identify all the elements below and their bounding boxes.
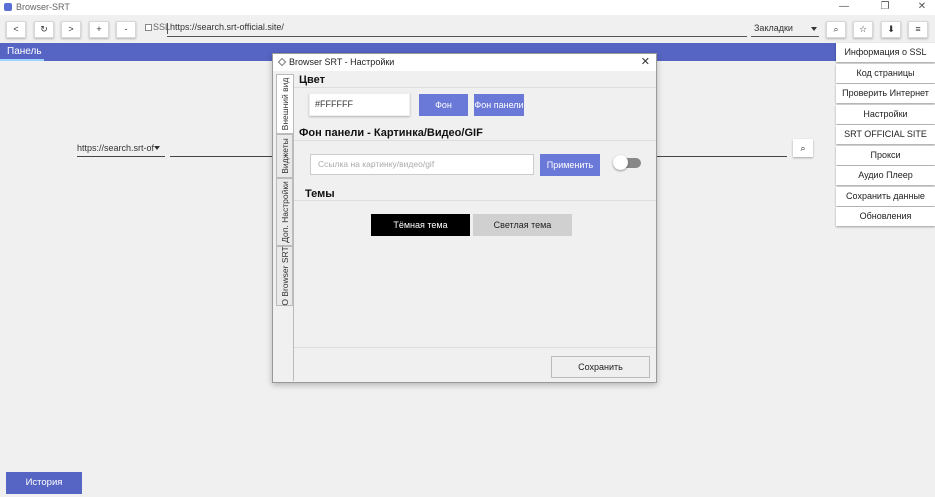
color-section-title: Цвет [299,74,326,86]
ssl-checkbox[interactable] [145,24,152,31]
search-icon[interactable]: ⌕ [826,21,846,38]
back-button[interactable]: < [6,21,26,38]
zoom-in-button[interactable]: + [89,21,109,38]
menu-item-audio-player[interactable]: Аудио Плеер [836,166,935,185]
dialog-title-bar: Browser SRT - Настройки ✕ [273,54,656,71]
settings-dialog: Browser SRT - Настройки ✕ Внешний вид Ви… [272,53,657,383]
menu-item-check-internet[interactable]: Проверить Интернет [836,84,935,103]
tab-advanced-settings[interactable]: Доп. Настройки [276,178,293,246]
menu-item-save-data[interactable]: Сохранить данные [836,186,935,206]
themes-section-title: Темы [305,188,335,200]
star-icon[interactable]: ☆ [853,21,873,38]
app-icon [277,57,287,67]
color-hex-input[interactable]: #FFFFFF [309,93,410,116]
reload-button[interactable]: ↻ [34,21,54,38]
menu-item-official-site[interactable]: SRT OFFICIAL SITE [836,125,935,144]
divider [294,140,656,141]
bookmarks-dropdown[interactable]: Закладки [751,21,819,37]
page-search-button[interactable]: ⌕ [793,139,813,157]
tab-panel[interactable]: Панель [7,46,42,57]
divider [294,347,656,348]
menu-item-ssl-info[interactable]: Информация о SSL [836,43,935,62]
toggle-knob [613,155,628,170]
close-window-button[interactable]: ✕ [909,0,935,15]
search-engine-select[interactable]: https://search.srt-of [77,141,165,157]
tab-widgets[interactable]: Виджеты [276,134,293,178]
dark-theme-button[interactable]: Тёмная тема [371,214,470,236]
menu-item-updates[interactable]: Обновления [836,207,935,226]
menu-item-proxy[interactable]: Прокси [836,145,935,165]
dialog-title: Browser SRT - Настройки [289,57,395,67]
background-url-input[interactable]: Ссылка на картинку/видео/gif [310,154,534,175]
chevron-down-icon [811,27,817,31]
menu-icon[interactable]: ≡ [908,21,928,38]
tab-about[interactable]: О Browser SRT [276,246,293,306]
settings-content: Цвет #FFFFFF Фон Фон панели Фон панели -… [293,74,656,381]
panel-color-button[interactable]: Фон панели [474,94,524,116]
chevron-down-icon [154,146,160,150]
search-engine-label: https://search.srt-of [77,143,155,153]
tab-indicator [0,59,44,61]
zoom-out-button[interactable]: - [116,21,136,38]
app-logo-icon [4,3,12,11]
toolbar: < ↻ > + - SSL https://search.srt-officia… [0,15,935,43]
address-bar[interactable]: https://search.srt-official.site/ [167,21,747,37]
window-title: Browser-SRT [16,2,70,12]
minimize-button[interactable]: — [831,0,857,15]
background-color-button[interactable]: Фон [419,94,468,116]
light-theme-button[interactable]: Светлая тема [473,214,572,236]
divider [294,87,656,88]
divider [294,200,656,201]
title-bar: Browser-SRT — ❐ ✕ [0,0,935,15]
apply-button[interactable]: Применить [540,154,600,176]
bookmarks-label: Закладки [754,23,793,33]
main-menu: Информация о SSL Код страницы Проверить … [836,43,935,228]
menu-item-page-source[interactable]: Код страницы [836,63,935,83]
background-toggle[interactable] [613,155,641,170]
settings-tabs: Внешний вид Виджеты Доп. Настройки О Bro… [276,74,293,381]
panel-background-section-title: Фон панели - Картинка/Видео/GIF [299,127,483,139]
download-icon[interactable]: ⬇ [881,21,901,38]
close-icon[interactable]: ✕ [641,55,650,68]
restore-button[interactable]: ❐ [872,0,898,15]
forward-button[interactable]: > [61,21,81,38]
history-button[interactable]: История [6,472,82,494]
tab-appearance[interactable]: Внешний вид [276,74,293,134]
menu-item-settings[interactable]: Настройки [836,104,935,124]
save-button[interactable]: Сохранить [551,356,650,378]
